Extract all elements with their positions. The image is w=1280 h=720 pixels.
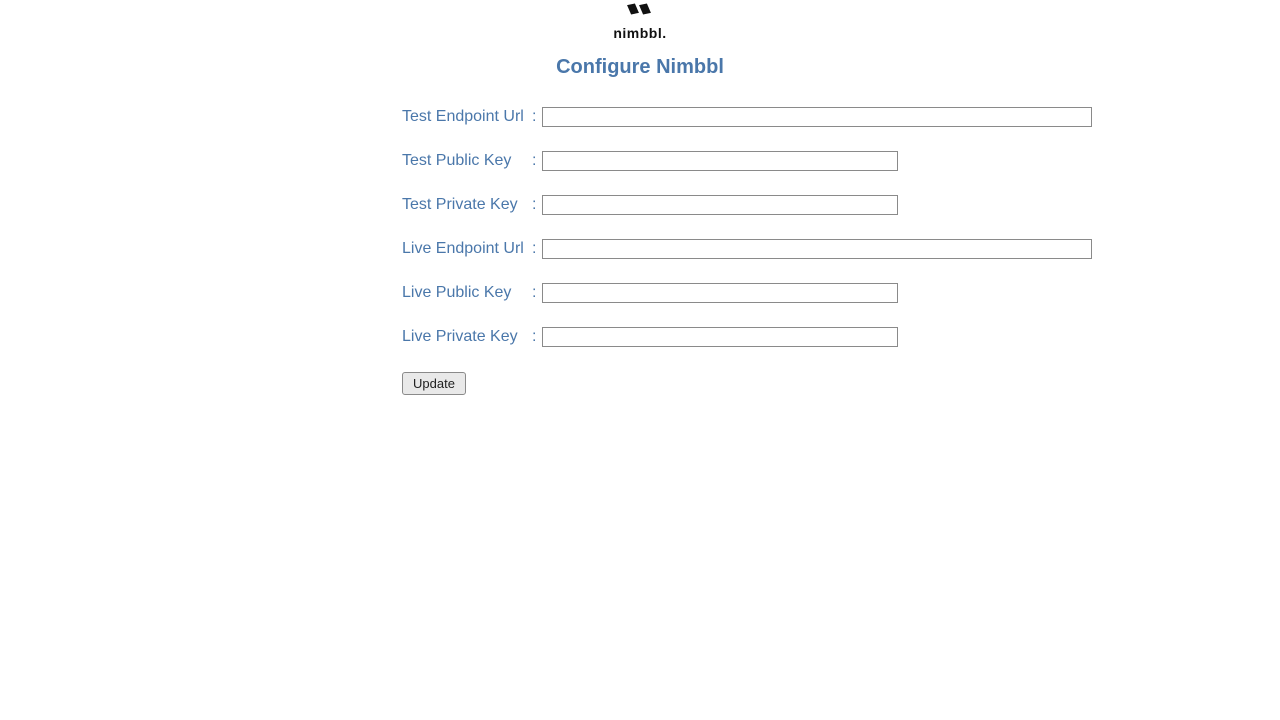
input-test-endpoint-url[interactable] xyxy=(542,107,1092,127)
input-live-endpoint-url[interactable] xyxy=(542,239,1092,259)
input-test-public-key[interactable] xyxy=(542,151,898,171)
brand-logo-text: nimbbl. xyxy=(0,25,1280,41)
row-live-private-key: Live Private Key : xyxy=(402,326,1102,348)
colon: : xyxy=(532,196,542,214)
config-form: Test Endpoint Url : Test Public Key : Te… xyxy=(402,106,1102,395)
label-test-public-key: Test Public Key xyxy=(402,152,532,170)
colon: : xyxy=(532,152,542,170)
label-live-public-key: Live Public Key xyxy=(402,284,532,302)
input-live-public-key[interactable] xyxy=(542,283,898,303)
row-test-public-key: Test Public Key : xyxy=(402,150,1102,172)
input-live-private-key[interactable] xyxy=(542,327,898,347)
page-title: Configure Nimbbl xyxy=(0,56,1280,79)
label-live-private-key: Live Private Key xyxy=(402,328,532,346)
input-test-private-key[interactable] xyxy=(542,195,898,215)
row-live-public-key: Live Public Key : xyxy=(402,282,1102,304)
row-test-private-key: Test Private Key : xyxy=(402,194,1102,216)
brand-logo: nimbbl. xyxy=(0,0,1280,41)
label-test-endpoint-url: Test Endpoint Url xyxy=(402,108,532,126)
label-test-private-key: Test Private Key xyxy=(402,196,532,214)
row-live-endpoint-url: Live Endpoint Url : xyxy=(402,238,1102,260)
nimbbl-mark-icon xyxy=(620,0,660,18)
colon: : xyxy=(532,328,542,346)
update-button[interactable]: Update xyxy=(402,372,466,395)
colon: : xyxy=(532,240,542,258)
label-live-endpoint-url: Live Endpoint Url xyxy=(402,240,532,258)
row-test-endpoint-url: Test Endpoint Url : xyxy=(402,106,1102,128)
colon: : xyxy=(532,284,542,302)
colon: : xyxy=(532,108,542,126)
